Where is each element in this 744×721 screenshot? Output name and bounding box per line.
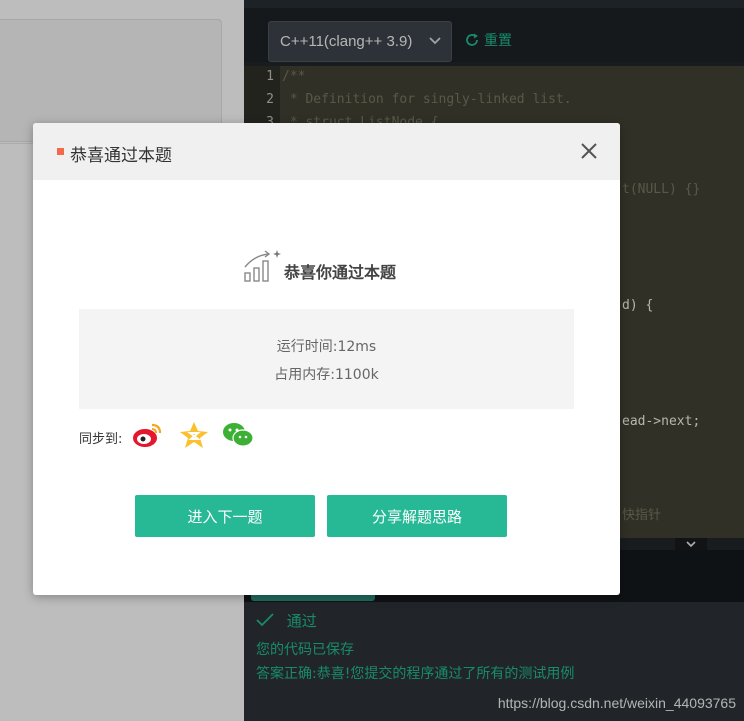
success-headline: 恭喜你通过本题 (284, 263, 397, 282)
wechat-icon[interactable] (222, 421, 254, 453)
memory-text: 占用内存:1100k (274, 367, 379, 383)
sync-label: 同步到: (79, 432, 123, 447)
runtime-text: 运行时间:12ms (276, 339, 377, 355)
next-problem-button[interactable]: 进入下一题 (135, 495, 315, 537)
close-icon[interactable] (578, 140, 600, 162)
success-dialog: 恭喜通过本题 恭喜你通过本题 运行时间:12ms 占用内存:1100k 同步到: (33, 123, 620, 595)
weibo-icon[interactable] (132, 421, 162, 453)
dialog-header: 恭喜通过本题 (33, 123, 620, 180)
share-solution-button[interactable]: 分享解题思路 (327, 495, 507, 537)
run-stats: 运行时间:12ms 占用内存:1100k (79, 309, 574, 409)
qzone-icon[interactable] (179, 421, 209, 453)
title-marker (57, 148, 64, 155)
dialog-title: 恭喜通过本题 (70, 146, 172, 166)
